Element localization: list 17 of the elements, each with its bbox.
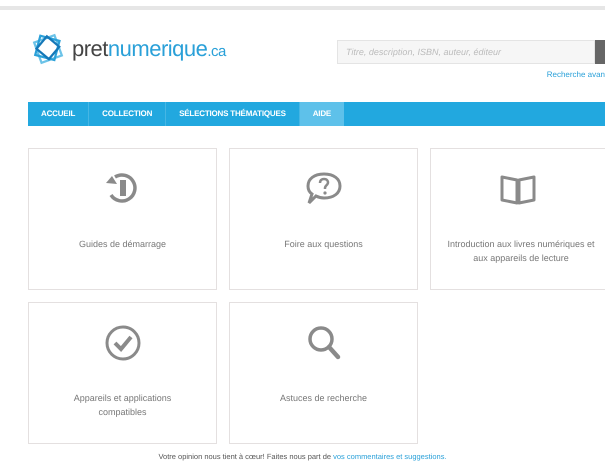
nav-tab[interactable]: COLLECTION xyxy=(89,102,166,126)
card-label: Introduction aux livres numériques et aux appareils de lecture xyxy=(446,238,596,265)
checkmark-circle-icon xyxy=(102,323,142,363)
card-label: Astuces de recherche xyxy=(278,392,368,405)
logo-text[interactable]: pretnumerique.ca xyxy=(72,36,226,62)
nav-tab[interactable]: ACCUEIL xyxy=(28,102,90,126)
card-label: Appareils et applications compatibles xyxy=(72,392,172,419)
help-card[interactable]: Introduction aux livres numériques et aux appareils de lecture xyxy=(430,148,605,290)
search-button[interactable] xyxy=(595,40,605,64)
help-card[interactable]: Foire aux questions xyxy=(229,148,418,290)
card-label: Guides de démarrage xyxy=(78,238,168,251)
card-label: Foire aux questions xyxy=(283,238,364,251)
help-card[interactable]: Appareils et applications compatibles xyxy=(28,302,217,444)
help-card[interactable]: Astuces de recherche xyxy=(229,302,418,444)
advanced-search-link[interactable]: Recherche avan xyxy=(546,70,605,79)
help-card[interactable]: Guides de démarrage xyxy=(28,148,217,290)
search-field[interactable]: Titre, description, ISBN, auteur, éditeur xyxy=(337,40,595,64)
